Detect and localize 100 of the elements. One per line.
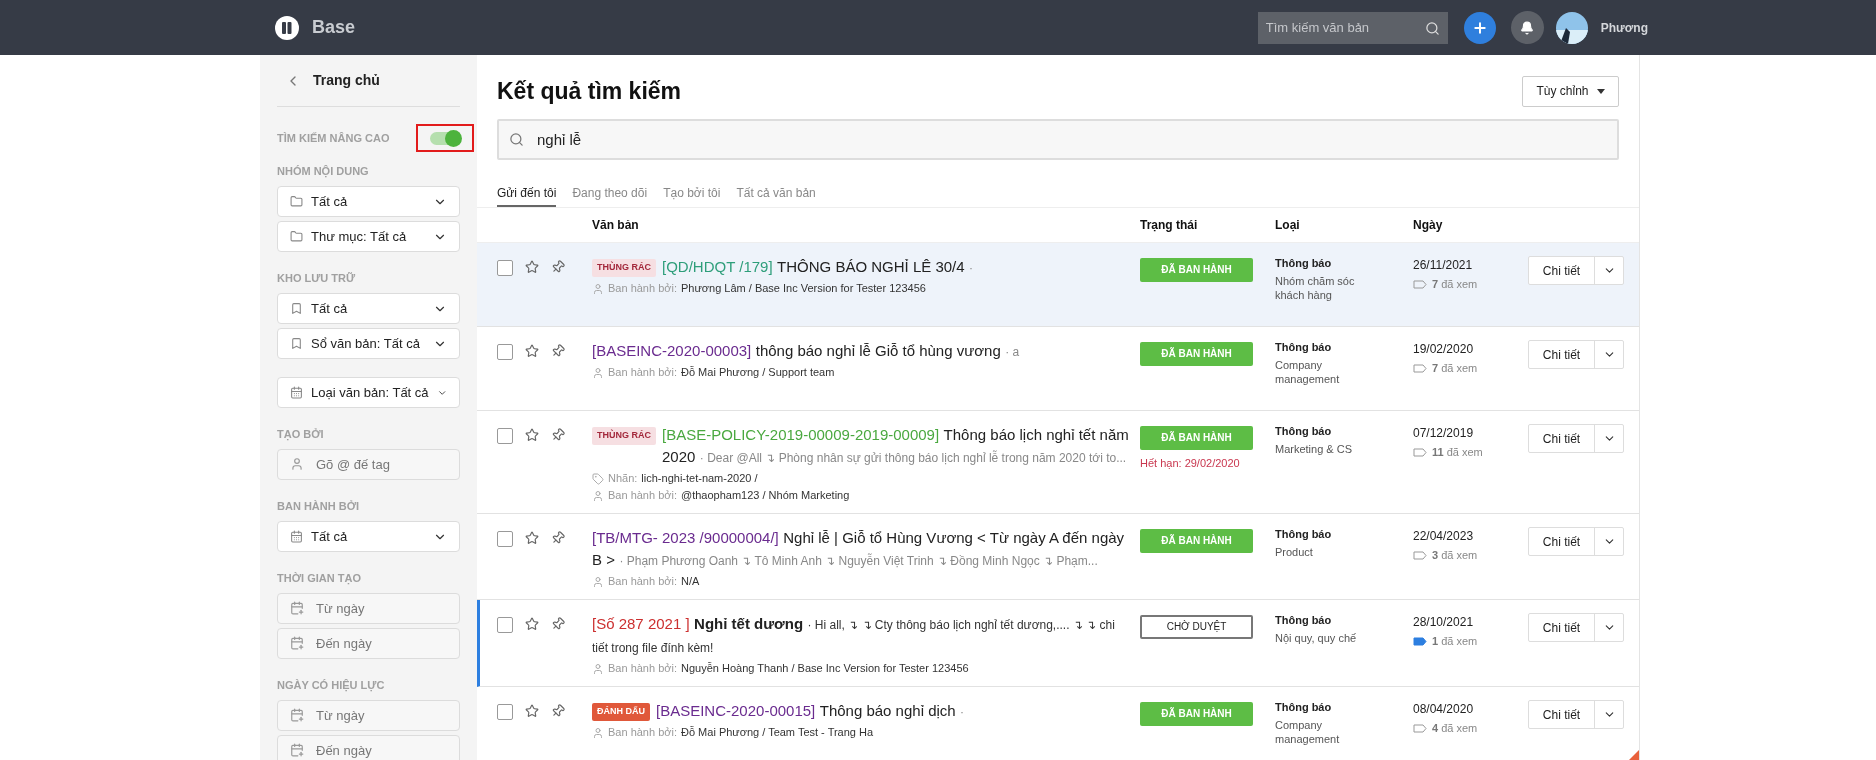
- section-label: NHÓM NỘI DUNG: [277, 164, 370, 180]
- issuer-caption: Ban hành bởi:: [608, 488, 677, 503]
- document-type: Thông báo: [1275, 340, 1333, 354]
- issuer-value: Nguyễn Hoàng Thanh / Base Inc Version for Tester 123456: [681, 661, 969, 676]
- document-group: Nhóm chăm sóc khách hàng: [1275, 274, 1375, 302]
- star-icon[interactable]: [525, 704, 539, 718]
- folder-icon: [290, 230, 303, 243]
- select-dropdown[interactable]: Tất cả: [277, 293, 460, 324]
- tab[interactable]: Đang theo dõi: [572, 174, 648, 207]
- tab[interactable]: Tạo bởi tôi: [663, 174, 721, 207]
- column-header: Ngày: [1413, 217, 1444, 234]
- document-date: 07/12/2019: [1413, 425, 1475, 442]
- document-heading[interactable]: [BASEINC-2020-00015] Thông báo nghỉ dịch ·: [656, 700, 1132, 723]
- star-icon[interactable]: [525, 344, 539, 358]
- calendar-icon: [290, 636, 304, 650]
- status-tag: THÙNG RÁC: [592, 259, 656, 277]
- document-heading[interactable]: [Số 287 2021 ] Nghỉ tết dương · Hi all, ↴ ↴ Cty thông báo lịch nghỉ tết dương,.... ↴ ↴ chi tiết trong file đính kèm!: [592, 613, 1132, 659]
- section-label: KHO LƯU TRỮ: [277, 271, 357, 286]
- bookmark-icon: [290, 337, 303, 350]
- avatar[interactable]: [1555, 11, 1588, 44]
- document-heading[interactable]: [TB/MTG- 2023 /90000004/] Nghỉ lễ | Giỗ tổ Hùng Vương < Từ ngày A đến ngày B > · Phạm Phương Oanh ↴ Tô Minh Anh ↴ Nguyễn Việt Trinh ↴ Đồng Minh Ngọc ↴ Phạm...: [592, 527, 1132, 572]
- search-icon: [509, 132, 524, 147]
- view-count: 3 đã xem: [1432, 548, 1478, 563]
- logo-icon: [275, 15, 299, 40]
- section-label: NGÀY CÓ HIỆU LỰC: [277, 678, 386, 694]
- document-group: Product: [1275, 545, 1375, 559]
- plus-icon: [1471, 19, 1488, 36]
- issuer-value: Phương Lâm / Base Inc Version for Tester 123456: [681, 281, 926, 296]
- section-label: TÌM KIẾM NÂNG CAO: [277, 130, 390, 146]
- corner-mark: [1629, 750, 1639, 760]
- view-count: 1 đã xem: [1432, 634, 1478, 649]
- tab[interactable]: Gửi đến tôi: [497, 174, 557, 207]
- user-icon: [592, 282, 604, 295]
- add-button[interactable]: [1463, 11, 1496, 44]
- select-dropdown[interactable]: Tất cả: [277, 521, 460, 552]
- document-heading[interactable]: [QD/HDQT /179] THÔNG BÁO NGHỈ LÊ 30/4 ·: [662, 256, 1132, 279]
- label-value[interactable]: lich-nghi-tet-nam-2020 /: [641, 471, 758, 486]
- document-type: Thông báo: [1275, 424, 1333, 438]
- bell-icon: [1520, 20, 1535, 35]
- document-date: 22/04/2023: [1413, 528, 1475, 545]
- select-dropdown[interactable]: Loại văn bản: Tất cả: [277, 377, 460, 408]
- document-heading[interactable]: [BASEINC-2020-00003] thông báo nghỉ lễ Giỗ tổ hùng vương · a: [592, 340, 1132, 363]
- issuer-caption: Ban hành bởi:: [608, 574, 677, 589]
- expiry-date: Hết hạn: 29/02/2020: [1140, 456, 1241, 471]
- date-field[interactable]: Đến ngày: [277, 735, 460, 760]
- view-count: 7 đã xem: [1432, 277, 1478, 292]
- folder-icon: [290, 195, 303, 208]
- document-row[interactable]: THÙNG RÁC [QD/HDQT /179] THÔNG BÁO NGHỈ LÊ 30/4 · Ban hành bởi: Phương Lâm / Base Inc Version for Tester 123456 ĐÃ BAN HÀNH Thông báo Nhóm chăm sóc khách hàng 26/11/2021 7 đã xem Chi tiết: [477, 243, 1639, 327]
- user-icon: [592, 726, 604, 739]
- checkbox[interactable]: [497, 531, 513, 547]
- status-tag: THÙNG RÁC: [592, 427, 656, 445]
- calendar-icon: [290, 708, 304, 722]
- customize-button[interactable]: Tùy chỉnh: [1522, 75, 1619, 107]
- checkbox[interactable]: [497, 260, 513, 276]
- search-field[interactable]: nghỉ lễ: [497, 119, 1619, 160]
- document-type: Thông báo: [1275, 527, 1333, 541]
- star-icon[interactable]: [525, 428, 539, 442]
- checkbox[interactable]: [497, 617, 513, 633]
- user-icon: [290, 457, 304, 471]
- user-icon: [592, 366, 604, 379]
- issuer-value: @thaopham123 / Nhóm Marketing: [681, 488, 850, 503]
- user-icon: [592, 489, 604, 502]
- document-date: 26/11/2021: [1413, 257, 1474, 274]
- section-label: THỜI GIAN TẠO: [277, 571, 362, 587]
- checkbox[interactable]: [497, 344, 513, 360]
- document-heading[interactable]: [BASE-POLICY-2019-00009-2019-00009] Thông báo lịch nghỉ tết năm 2020 · Dear @All ↴ Phòng nhân sự gửi thông báo lịch nghỉ lễ trong năm 2020 tới to...: [662, 424, 1132, 469]
- document-date: 08/04/2020: [1413, 701, 1475, 718]
- user-icon: [592, 662, 604, 675]
- checkbox[interactable]: [497, 428, 513, 444]
- search-field[interactable]: Tìm kiếm văn bản: [1257, 11, 1448, 44]
- user-name[interactable]: Phương: [1600, 18, 1648, 37]
- search-icon: [1424, 20, 1440, 36]
- document-row[interactable]: [477, 600, 1639, 687]
- document-group: Company management: [1275, 718, 1375, 746]
- document-group: Company management: [1275, 358, 1375, 386]
- select-dropdown[interactable]: Tất cả: [277, 186, 460, 217]
- date-field[interactable]: Từ ngày: [277, 700, 460, 731]
- issuer-caption: Ban hành bởi:: [608, 281, 677, 296]
- star-icon[interactable]: [525, 260, 539, 274]
- page-title: Kết quả tìm kiếm: [497, 76, 682, 106]
- section-label: TẠO BỞI: [277, 427, 325, 443]
- user-icon: [592, 575, 604, 588]
- label-caption: Nhãn:: [608, 471, 638, 486]
- notification-button[interactable]: [1510, 11, 1544, 44]
- bookmark-icon: [290, 302, 303, 315]
- select-dropdown[interactable]: Thư mục: Tất cả: [277, 221, 460, 252]
- checkbox[interactable]: [497, 704, 513, 720]
- toggle-switch[interactable]: [430, 131, 460, 145]
- status-tag: ĐÁNH DẤU: [592, 703, 650, 721]
- date-field[interactable]: Từ ngày: [277, 593, 460, 624]
- select-dropdown[interactable]: Sổ văn bản: Tất cả: [277, 328, 460, 359]
- document-date: 28/10/2021: [1413, 614, 1475, 631]
- date-field[interactable]: Đến ngày: [277, 628, 460, 659]
- tab[interactable]: Tất cả văn bản: [736, 174, 816, 207]
- issuer-value: N/A: [681, 574, 700, 589]
- document-type: Thông báo: [1275, 613, 1333, 627]
- input-field[interactable]: Gõ @ đế tag: [277, 449, 460, 480]
- star-icon[interactable]: [525, 531, 539, 545]
- star-icon[interactable]: [525, 617, 539, 631]
- back-link[interactable]: Trang chủ: [313, 70, 380, 91]
